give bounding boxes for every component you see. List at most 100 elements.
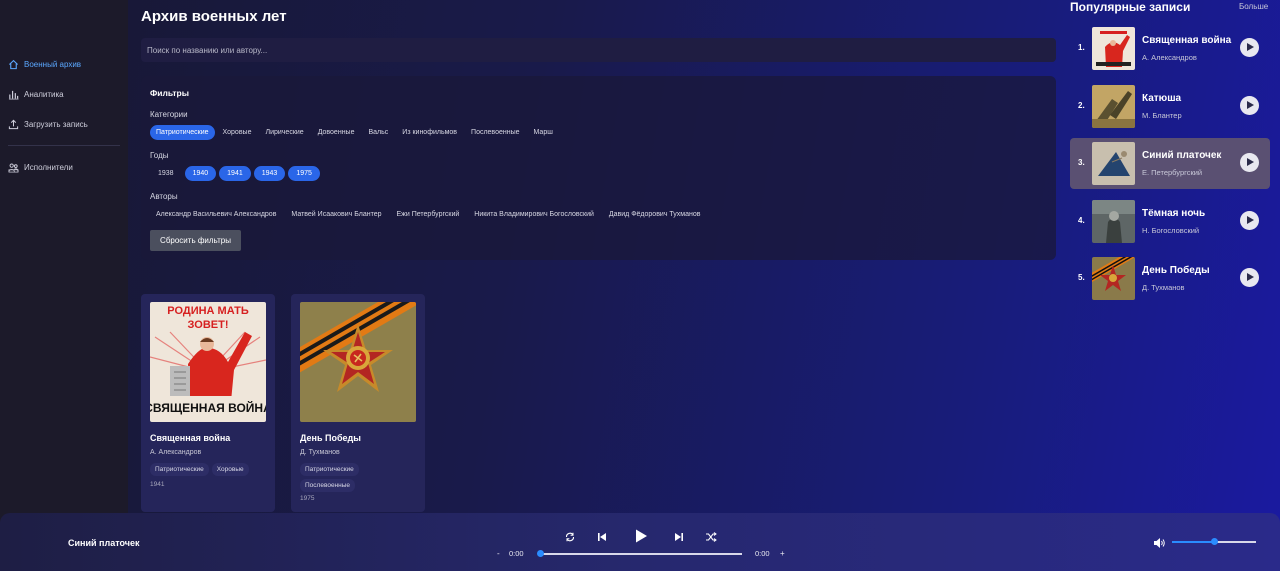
year-chip[interactable]: 1941 xyxy=(219,166,251,181)
card-tags: Патриотические Послевоенные xyxy=(300,463,416,492)
popular-artist: М. Блантер xyxy=(1142,110,1182,120)
volume-fill xyxy=(1172,541,1214,543)
category-chip[interactable]: Из кинофильмов xyxy=(396,125,463,140)
reset-filters-button[interactable]: Сбросить фильтры xyxy=(150,230,241,251)
seek-minus-button[interactable]: - xyxy=(497,549,500,558)
song-card[interactable]: РОДИНА МАТЬ ЗОВЕТ! СВЯЩЕННАЯ ВОЙНА Свяще… xyxy=(141,294,275,512)
card-author: Д. Тухманов xyxy=(300,449,340,456)
popular-rank: 4. xyxy=(1078,215,1085,225)
search-input[interactable] xyxy=(141,38,1056,62)
popular-artist: Е. Петербургский xyxy=(1142,168,1203,177)
sidebar-nav: Военный архив Аналитика Загрузить запись… xyxy=(8,55,120,188)
category-chip[interactable]: Вальс xyxy=(362,125,394,140)
sidebar-item-label: Военный архив xyxy=(24,59,82,69)
popular-name: День Победы xyxy=(1142,265,1210,276)
play-icon[interactable] xyxy=(1240,153,1259,172)
years-label: Годы xyxy=(150,151,169,160)
song-card[interactable]: День Победы Д. Тухманов Патриотические П… xyxy=(291,294,425,512)
popular-item[interactable]: 5. День Победы Д. Тухманов xyxy=(1070,253,1270,304)
sidebar-item-analytics[interactable]: Аналитика xyxy=(8,85,120,103)
year-chip[interactable]: 1943 xyxy=(253,166,286,181)
card-author: А. Александров xyxy=(150,449,202,456)
now-playing-title: Синий платочек xyxy=(68,538,140,548)
seek-handle[interactable] xyxy=(537,550,544,557)
next-icon[interactable] xyxy=(673,530,685,542)
popular-item[interactable]: 4. Тёмная ночь Н. Богословский xyxy=(1070,196,1270,247)
popular-thumb xyxy=(1092,142,1135,185)
category-chip[interactable]: Лирические xyxy=(259,125,309,140)
seek-plus-button[interactable]: + xyxy=(780,549,785,558)
card-poster: РОДИНА МАТЬ ЗОВЕТ! СВЯЩЕННАЯ ВОЙНА xyxy=(150,302,266,422)
volume-icon[interactable] xyxy=(1153,536,1166,548)
author-chip[interactable]: Никита Владимирович Богословский xyxy=(468,207,600,222)
author-chip[interactable]: Александр Васильевич Александров xyxy=(150,207,282,222)
popular-more-link[interactable]: Больше xyxy=(1239,2,1268,11)
category-chip[interactable]: Хоровые xyxy=(217,125,258,140)
previous-icon[interactable] xyxy=(596,530,608,542)
years-chips: 1938 1940 1941 1943 1975 xyxy=(150,166,321,181)
duration: 0:00 xyxy=(755,549,770,558)
play-icon[interactable] xyxy=(1240,268,1259,287)
popular-thumb xyxy=(1092,84,1135,128)
home-icon xyxy=(8,59,19,69)
popular-thumb xyxy=(1092,27,1135,70)
card-tag: Патриотические xyxy=(150,463,209,476)
sidebar-item-archive[interactable]: Военный архив xyxy=(8,55,120,73)
popular-rank: 2. xyxy=(1078,100,1085,110)
year-chip[interactable]: 1975 xyxy=(288,166,320,181)
poster-image: РОДИНА МАТЬ ЗОВЕТ! СВЯЩЕННАЯ ВОЙНА xyxy=(150,302,266,422)
year-chip[interactable]: 1940 xyxy=(184,166,217,181)
popular-rank: 1. xyxy=(1078,43,1085,52)
card-tag: Хоровые xyxy=(211,463,249,476)
play-icon[interactable] xyxy=(1240,210,1259,230)
categories-label: Категории xyxy=(150,110,188,119)
sidebar-item-performers[interactable]: Исполнители xyxy=(8,158,120,176)
category-chip[interactable]: Патриотические xyxy=(150,125,215,140)
card-tag: Патриотические xyxy=(300,463,359,476)
popular-name: Тёмная ночь xyxy=(1142,207,1206,219)
author-chip[interactable]: Ежи Петербургский xyxy=(391,207,466,222)
card-tags: Патриотические Хоровые xyxy=(150,463,266,476)
analytics-icon xyxy=(8,90,19,99)
play-icon[interactable] xyxy=(1240,95,1259,115)
popular-thumb xyxy=(1092,199,1135,243)
authors-label: Авторы xyxy=(150,192,178,201)
seek-slider[interactable] xyxy=(537,550,742,557)
poster-text-mid: ЗОВЕТ! xyxy=(188,319,229,331)
popular-item[interactable]: 3. Синий платочек Е. Петербургский xyxy=(1070,138,1270,189)
page-title: Архив военных лет xyxy=(141,8,287,25)
year-chip[interactable]: 1938 xyxy=(150,166,182,181)
upload-icon xyxy=(8,119,19,129)
repeat-icon[interactable] xyxy=(564,530,576,542)
play-button[interactable] xyxy=(633,528,649,544)
popular-name: Катюша xyxy=(1142,92,1182,104)
sidebar-item-upload[interactable]: Загрузить запись xyxy=(8,115,120,133)
audio-player: Синий платочек - 0:00 0:00 + xyxy=(0,513,1280,571)
popular-item[interactable]: 2. Катюша М. Блантер xyxy=(1070,81,1270,132)
author-chip[interactable]: Давид Фёдорович Тухманов xyxy=(603,207,707,222)
victory-order-image xyxy=(300,302,416,422)
category-chip[interactable]: Довоенные xyxy=(312,125,361,140)
volume-handle[interactable] xyxy=(1211,538,1218,545)
popular-artist: Н. Богословский xyxy=(1142,225,1200,235)
category-chip[interactable]: Марш xyxy=(528,125,559,140)
play-icon[interactable] xyxy=(1240,38,1259,57)
category-chip[interactable]: Послевоенные xyxy=(465,125,525,140)
card-title: День Победы xyxy=(300,433,361,443)
authors-chips: Александр Васильевич Александров Матвей … xyxy=(150,207,706,222)
volume-slider[interactable] xyxy=(1172,538,1256,545)
current-time: 0:00 xyxy=(509,549,524,558)
author-chip[interactable]: Матвей Исаакович Блантер xyxy=(285,207,387,222)
categories-chips: Патриотические Хоровые Лирические Довоен… xyxy=(150,125,559,140)
sidebar-item-label: Загрузить запись xyxy=(24,119,88,129)
shuffle-icon[interactable] xyxy=(705,530,717,542)
sidebar-item-label: Аналитика xyxy=(24,89,64,99)
popular-item[interactable]: 1. Священная война А. Александров xyxy=(1070,23,1270,74)
card-title: Священная война xyxy=(150,433,231,443)
popular-list: 1. Священная война А. Александров 2. Кат… xyxy=(1070,23,1270,311)
popular-artist: А. Александров xyxy=(1142,53,1197,62)
poster-text-bottom: СВЯЩЕННАЯ ВОЙНА xyxy=(150,400,266,415)
card-tag: Послевоенные xyxy=(300,479,356,492)
sidebar: Военный архив Аналитика Загрузить запись… xyxy=(0,0,128,571)
card-year: 1975 xyxy=(300,495,315,502)
